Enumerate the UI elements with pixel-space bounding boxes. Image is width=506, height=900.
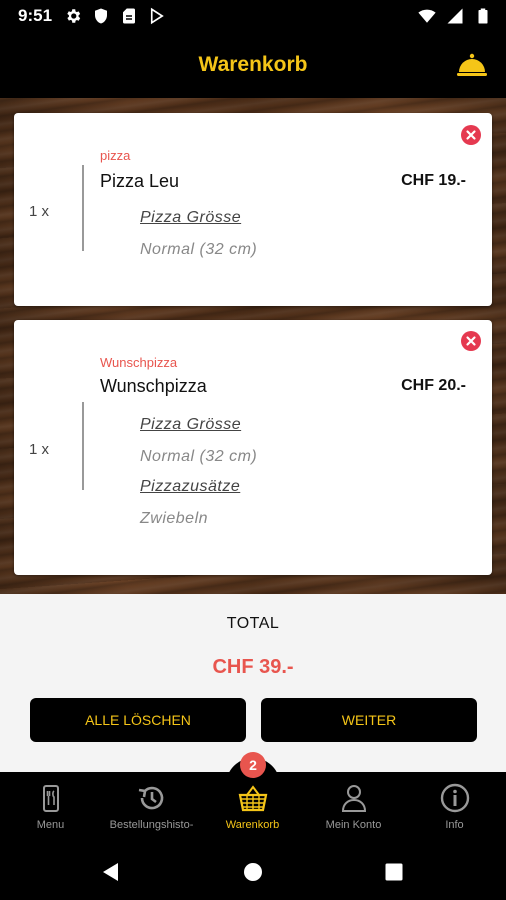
total-value: CHF 39.- <box>212 656 294 678</box>
item-name: Wunschpizza <box>100 376 207 396</box>
option-heading: Pizza Grösse <box>140 209 242 226</box>
bottom-tab-bar: Menu Bestellungshisto- Warenkorb Mein Ko… <box>0 758 506 844</box>
item-price: CHF 20.- <box>401 377 466 394</box>
tab-info[interactable]: Info <box>404 772 505 844</box>
item-quantity: 1 x <box>29 203 50 220</box>
tab-account[interactable]: Mein Konto <box>303 772 404 844</box>
system-nav-bar <box>0 844 506 900</box>
divider <box>82 402 84 490</box>
option-value: Zwiebeln <box>140 510 209 527</box>
settings-icon <box>67 9 81 23</box>
home-icon[interactable] <box>242 861 264 883</box>
clear-all-button[interactable]: ALLE LÖSCHEN <box>30 698 246 742</box>
close-icon <box>466 130 476 140</box>
cart-item-card: 1 x pizza Pizza Leu CHF 19.- Pizza Gröss… <box>14 113 492 306</box>
divider <box>82 165 84 251</box>
item-category: Wunschpizza <box>100 355 178 370</box>
back-icon[interactable] <box>100 861 122 883</box>
next-button[interactable]: WEITER <box>261 698 477 742</box>
service-bell-icon[interactable] <box>456 52 488 78</box>
item-price: CHF 19.- <box>401 172 466 189</box>
play-store-icon <box>150 7 164 25</box>
basket-icon <box>238 785 267 812</box>
tab-label: Bestellungshisto- <box>109 819 194 831</box>
history-icon <box>138 786 163 810</box>
battery-icon <box>478 8 488 24</box>
page-title: Warenkorb <box>198 53 308 76</box>
remove-item-button[interactable] <box>461 331 481 351</box>
option-heading: Pizzazusätze <box>140 478 241 495</box>
app-bar: Warenkorb <box>0 32 506 98</box>
cart-item-card: 1 x Wunschpizza Wunschpizza CHF 20.- Piz… <box>14 320 492 575</box>
cell-signal-icon <box>447 8 463 24</box>
phone-menu-icon <box>42 785 59 812</box>
item-category: pizza <box>100 148 131 163</box>
tab-label: Info <box>445 819 464 831</box>
option-heading: Pizza Grösse <box>140 416 242 433</box>
total-label: TOTAL <box>226 615 280 632</box>
tab-label: Menu <box>36 819 65 831</box>
tab-order-history[interactable]: Bestellungshisto- <box>101 772 202 844</box>
wifi-icon <box>418 9 436 23</box>
option-value: Normal (32 cm) <box>140 448 258 465</box>
tab-label: Mein Konto <box>325 819 382 831</box>
remove-item-button[interactable] <box>461 125 481 145</box>
person-icon <box>341 785 366 812</box>
recents-icon[interactable] <box>383 861 405 883</box>
status-time: 9:51 <box>18 6 53 25</box>
cart-count-badge: 2 <box>240 752 266 778</box>
item-quantity: 1 x <box>29 441 50 458</box>
info-icon <box>440 783 469 813</box>
item-name: Pizza Leu <box>100 171 180 191</box>
option-value: Normal (32 cm) <box>140 241 258 258</box>
close-icon <box>466 336 476 346</box>
tab-cart[interactable]: Warenkorb <box>202 772 303 844</box>
tab-label: Warenkorb <box>225 819 280 831</box>
shield-icon <box>95 8 107 24</box>
sim-card-icon <box>123 8 135 24</box>
tab-menu[interactable]: Menu <box>0 772 101 844</box>
status-bar: 9:51 <box>0 0 506 32</box>
cart-summary: TOTAL CHF 39.- ALLE LÖSCHEN WEITER <box>0 594 506 772</box>
